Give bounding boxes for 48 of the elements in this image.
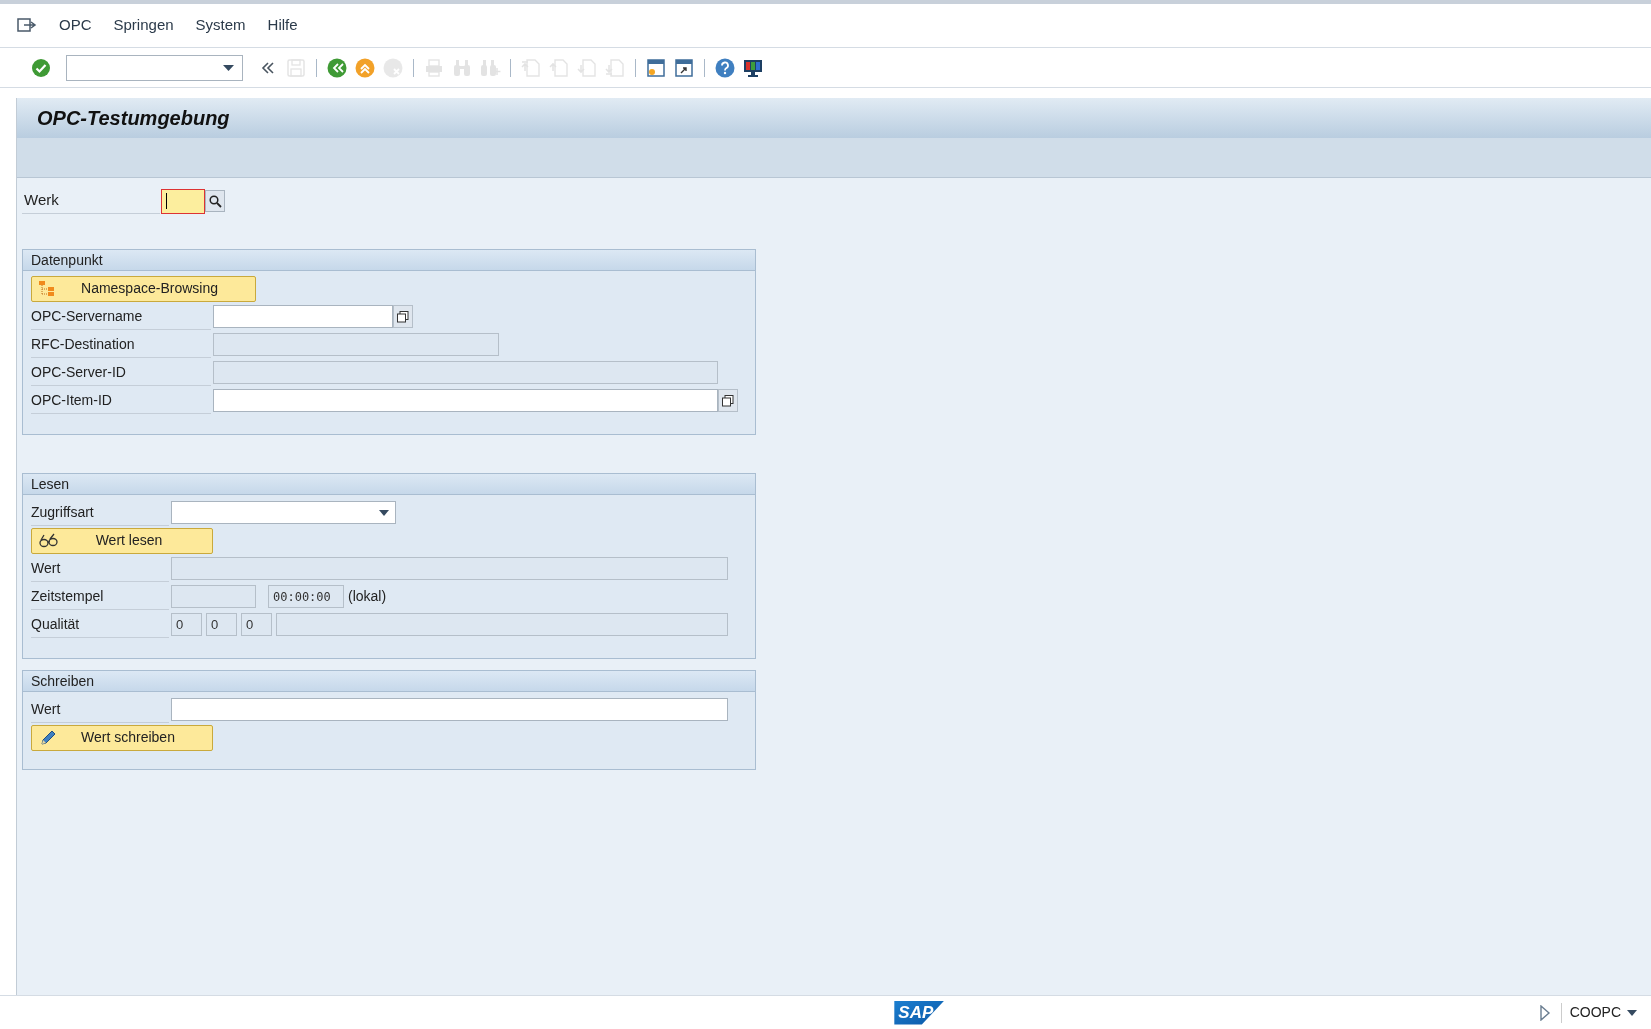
field-label: RFC-Destination [31,331,211,358]
caret-down-icon [1627,1009,1637,1016]
value-help-button[interactable] [393,305,413,328]
confirm-icon[interactable] [30,56,52,79]
menu-icon[interactable] [17,16,37,35]
menu-item[interactable]: OPC [59,14,92,37]
logo: SAP [894,1000,945,1025]
screen-title: OPC-Testumgebung [37,106,230,131]
menu-item[interactable]: Springen [113,14,174,37]
field-label: Zugriffsart [31,499,169,526]
field-label: Wert [31,696,169,723]
group-title: Lesen [31,474,70,494]
field-label: Zeitstempel [31,583,169,610]
dropdown-field[interactable] [171,501,396,524]
input-field[interactable] [171,698,728,721]
field-note: (lokal) [348,587,387,606]
exit-icon[interactable] [354,56,376,79]
caret-down-icon [223,64,234,71]
action-button[interactable]: Wert schreiben [31,724,213,751]
copy-icon [397,310,409,323]
help-icon[interactable] [714,56,736,79]
input-field[interactable] [161,188,205,214]
window-shortcut-icon[interactable] [673,56,695,79]
menu-item[interactable]: Hilfe [267,14,298,37]
input-field[interactable] [213,305,393,328]
action-button[interactable]: Namespace-Browsing [31,275,256,302]
value-help-button[interactable] [718,389,738,412]
action-button[interactable]: Wert lesen [31,527,213,554]
menu-item[interactable]: System [195,14,246,37]
group-title: Datenpunkt [31,250,103,270]
copy-icon [722,394,734,407]
field-label: Werk [22,188,160,214]
new-window-icon[interactable] [645,56,667,79]
search-button[interactable] [205,190,225,212]
field-label: OPC-Item-ID [31,387,211,414]
field-label: Qualität [31,611,169,638]
search-icon [208,194,222,208]
field-label: OPC-Servername [31,303,211,330]
field-label: OPC-Server-ID [31,359,211,386]
group-title: Schreiben [31,671,95,691]
field-label: Wert [31,555,169,582]
back-icon[interactable] [326,56,348,79]
system-dropdown[interactable]: COOPC [1561,1002,1645,1023]
play-icon[interactable] [1538,1004,1551,1021]
glasses-icon [38,532,60,549]
command-field[interactable] [66,54,243,81]
caret-down-icon [379,509,389,516]
input-field[interactable] [213,389,718,412]
